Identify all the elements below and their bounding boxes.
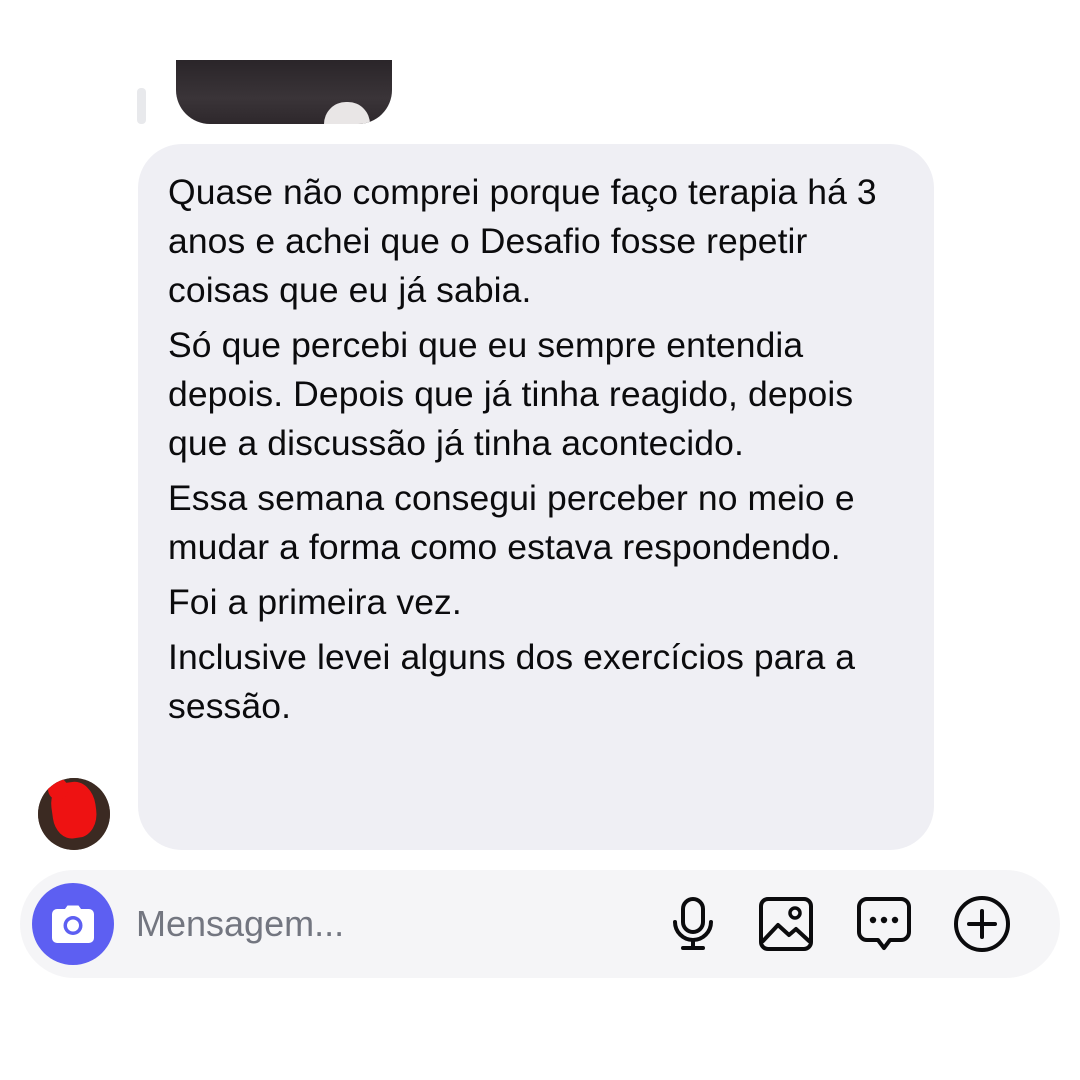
microphone-icon bbox=[673, 897, 713, 950]
plus-circle-icon bbox=[954, 896, 1010, 952]
message-paragraph: Essa semana consegui perceber no meio e … bbox=[168, 478, 855, 567]
message-input[interactable] bbox=[136, 896, 636, 952]
sticker-button[interactable] bbox=[854, 894, 914, 954]
message-paragraph: Foi a primeira vez. bbox=[168, 582, 462, 622]
message-composer bbox=[20, 870, 1060, 978]
message-paragraph: Só que percebi que eu sempre entendia de… bbox=[168, 325, 854, 463]
sender-avatar[interactable] bbox=[38, 778, 110, 850]
gallery-button[interactable] bbox=[756, 894, 816, 954]
message-paragraph: Quase não comprei porque faço terapia há… bbox=[168, 172, 877, 310]
more-button[interactable] bbox=[952, 894, 1012, 954]
camera-icon bbox=[52, 905, 94, 943]
censor-mark bbox=[48, 778, 68, 800]
reply-indicator-bar bbox=[137, 88, 146, 124]
image-icon bbox=[759, 897, 813, 951]
previous-media-message[interactable] bbox=[176, 60, 392, 124]
camera-button[interactable] bbox=[32, 883, 114, 965]
chat-screen: Quase não comprei porque faço terapia há… bbox=[0, 0, 1080, 1080]
chat-bubble-icon bbox=[857, 897, 911, 950]
message-bubble[interactable]: Quase não comprei porque faço terapia há… bbox=[138, 144, 934, 850]
message-paragraph: Inclusive levei alguns dos exercícios pa… bbox=[168, 637, 856, 726]
microphone-button[interactable] bbox=[663, 894, 723, 954]
